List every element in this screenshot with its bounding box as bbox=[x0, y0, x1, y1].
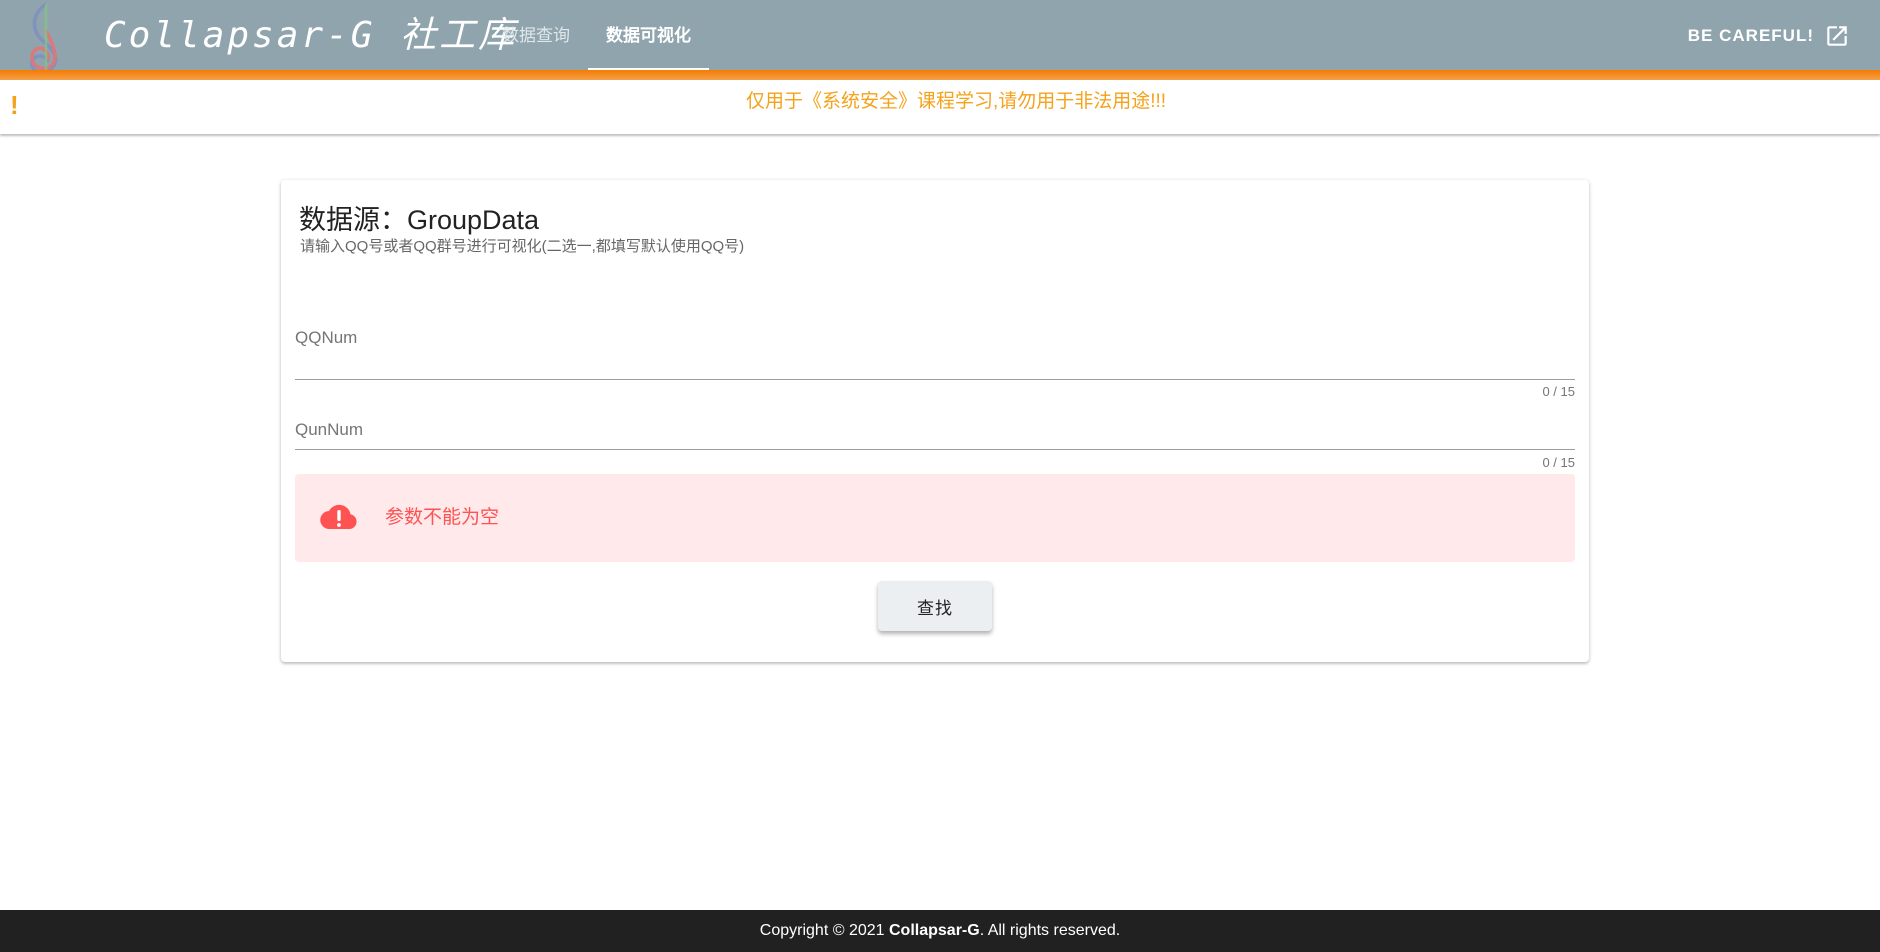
qunnum-input[interactable] bbox=[295, 420, 1575, 450]
error-alert: 参数不能为空 bbox=[295, 474, 1575, 562]
top-app-bar: Collapsar-G 社工库 数据查询 数据可视化 BE CAREFUL! bbox=[0, 0, 1880, 78]
be-careful-label: BE CAREFUL! bbox=[1687, 26, 1814, 45]
copyright-prefix: Copyright © 2021 bbox=[759, 922, 889, 939]
warning-text: 仅用于《系统安全》课程学习,请勿用于非法用途!!! bbox=[745, 91, 1167, 112]
brand-title: Collapsar-G 社工库 bbox=[104, 15, 518, 56]
header-accent-bar bbox=[0, 70, 1880, 80]
qunnum-field: QunNum 0 / 15 bbox=[295, 420, 1575, 476]
tab-data-visualization[interactable]: 数据可视化 bbox=[588, 0, 709, 72]
qqnum-field: QQNum 0 / 15 bbox=[295, 328, 1575, 399]
warning-banner: ! 仅用于《系统安全》课程学习,请勿用于非法用途!!! bbox=[0, 80, 1880, 134]
cloud-alert-icon bbox=[320, 504, 357, 530]
footer: Copyright © 2021 Collapsar-G. All rights… bbox=[0, 910, 1880, 952]
qqnum-counter: 0 / 15 bbox=[1542, 384, 1575, 399]
qunnum-counter: 0 / 15 bbox=[1542, 455, 1575, 470]
error-message: 参数不能为空 bbox=[385, 507, 500, 528]
treble-clef-icon[interactable] bbox=[20, 0, 76, 78]
query-card: 数据源：GroupData 请输入QQ号或者QQ群号进行可视化(二选一,都填写默… bbox=[281, 180, 1589, 662]
nav-tabs: 数据查询 数据可视化 bbox=[484, 0, 709, 72]
open-in-new-icon bbox=[1827, 26, 1847, 46]
copyright-owner: Collapsar-G bbox=[889, 922, 980, 939]
copyright-text: Copyright © 2021 Collapsar-G. All rights… bbox=[0, 910, 1880, 952]
copyright-suffix: . All rights reserved. bbox=[979, 922, 1121, 939]
be-careful-link[interactable]: BE CAREFUL! bbox=[1688, 0, 1850, 72]
card-title: 数据源：GroupData bbox=[299, 205, 540, 235]
search-button[interactable]: 查找 bbox=[878, 581, 992, 631]
card-subtitle: 请输入QQ号或者QQ群号进行可视化(二选一,都填写默认使用QQ号) bbox=[300, 238, 745, 255]
qqnum-label: QQNum bbox=[295, 328, 358, 347]
qqnum-input[interactable] bbox=[295, 350, 1575, 380]
app-root: Collapsar-G 社工库 数据查询 数据可视化 BE CAREFUL! !… bbox=[0, 0, 1880, 952]
tab-data-query[interactable]: 数据查询 bbox=[484, 0, 588, 72]
